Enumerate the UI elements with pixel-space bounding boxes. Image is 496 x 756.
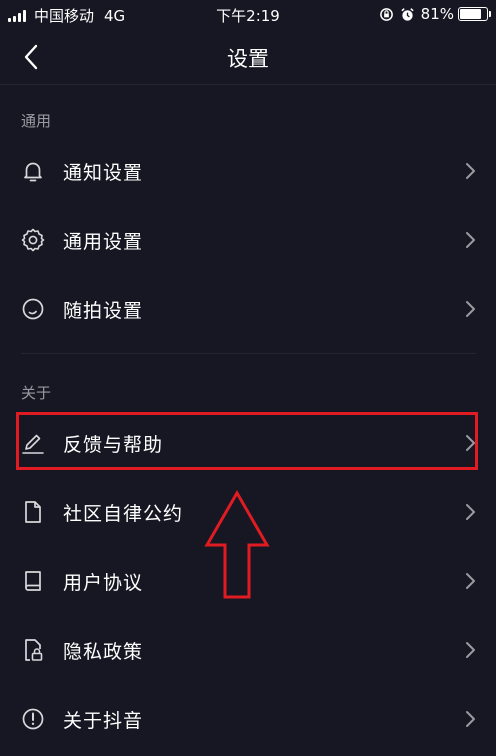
settings-item-label: 用户协议 — [63, 572, 144, 594]
chevron-right-icon — [466, 711, 475, 727]
chevron-right-icon — [466, 504, 475, 520]
settings-item-snapshot[interactable]: 随拍设置 — [0, 281, 496, 337]
settings-item-label: 通用设置 — [63, 231, 144, 253]
settings-item-label: 隐私政策 — [63, 641, 144, 663]
section-header-general: 通用 — [21, 112, 52, 130]
book-icon — [25, 571, 41, 591]
settings-item-notifications[interactable]: 通知设置 — [0, 143, 496, 199]
alarm-icon — [401, 7, 414, 21]
circle-icon — [22, 298, 44, 320]
info-icon — [22, 708, 44, 730]
section-divider — [21, 353, 476, 354]
bell-icon — [24, 162, 42, 182]
highlight-box — [16, 412, 478, 470]
battery-fill — [460, 9, 482, 19]
chevron-right-icon — [466, 232, 475, 248]
chevron-right-icon — [466, 163, 475, 179]
settings-item-general[interactable]: 通用设置 — [0, 212, 496, 268]
nav-bar: 设置 — [0, 30, 496, 85]
settings-item-privacy-policy[interactable]: 隐私政策 — [0, 622, 496, 678]
settings-item-label: 随拍设置 — [63, 300, 144, 322]
battery-icon — [458, 7, 491, 21]
chevron-right-icon — [466, 301, 475, 317]
chevron-right-icon — [466, 642, 475, 658]
document-icon — [25, 501, 41, 523]
battery-percent: 81% — [420, 5, 454, 23]
settings-item-label: 社区自律公约 — [63, 503, 184, 525]
settings-item-label: 关于抖音 — [63, 710, 144, 732]
lock-document-icon — [25, 639, 43, 661]
chevron-right-icon — [466, 573, 475, 589]
section-header-about: 关于 — [21, 384, 52, 402]
settings-item-label: 通知设置 — [63, 162, 144, 184]
up-arrow-annotation — [204, 490, 270, 599]
status-time: 下午2:19 — [216, 7, 280, 25]
gear-icon — [21, 228, 45, 252]
orientation-lock-icon — [379, 7, 393, 21]
settings-item-about-douyin[interactable]: 关于抖音 — [0, 691, 496, 747]
status-bar: 中国移动 4G 下午2:19 81% — [0, 0, 496, 30]
page-title: 设置 — [227, 47, 269, 71]
